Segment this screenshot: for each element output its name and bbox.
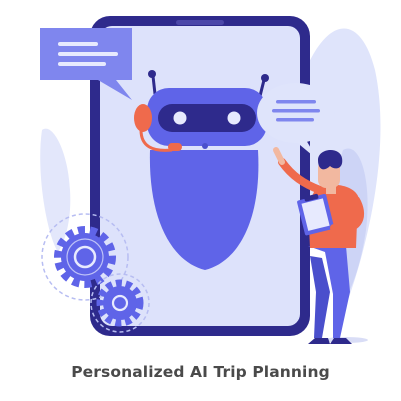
ai-trip-planning-illustration xyxy=(40,16,381,344)
speech-bubble-icon xyxy=(40,28,132,100)
caption-title: Personalized AI Trip Planning xyxy=(71,363,330,381)
